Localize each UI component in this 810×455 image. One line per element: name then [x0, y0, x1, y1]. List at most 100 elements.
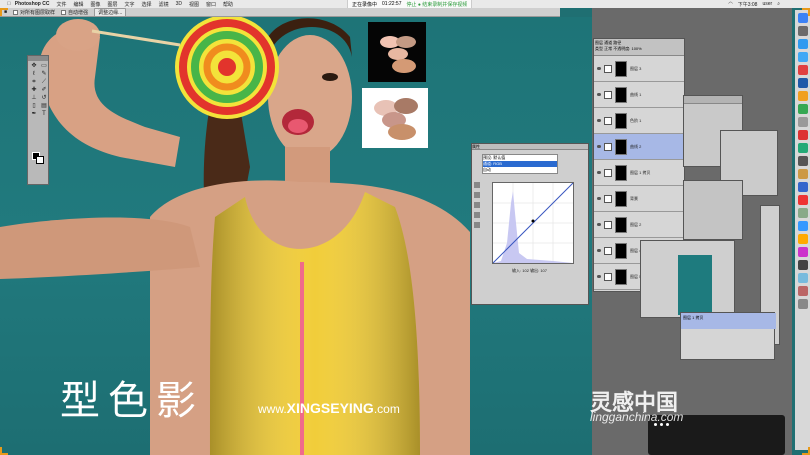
clock[interactable]: 下午3:08 — [738, 1, 758, 8]
layer-kind-select[interactable]: 类型 — [595, 46, 603, 51]
eye-icon[interactable] — [597, 171, 601, 174]
eye-icon[interactable] — [597, 275, 601, 278]
layer-mask-thumbnail[interactable] — [615, 86, 627, 103]
menu-item-help[interactable]: 帮助 — [223, 1, 233, 8]
layer-mask-thumbnail[interactable] — [615, 268, 627, 285]
launchpad-icon[interactable] — [797, 26, 808, 36]
app-icon-light-blue[interactable] — [797, 221, 808, 231]
layer-row[interactable]: 图层 2 — [594, 212, 684, 238]
menu-item-window[interactable]: 窗口 — [206, 1, 216, 8]
gray-eyedropper-icon[interactable] — [474, 202, 480, 208]
app-icon-gray[interactable] — [797, 260, 808, 270]
app-icon-dark[interactable] — [797, 156, 808, 166]
marquee-tool-icon[interactable]: ▭ — [40, 63, 48, 69]
healing-tool-icon[interactable]: ✚ — [30, 87, 38, 93]
tab-channels[interactable]: 通道 — [604, 40, 612, 45]
menu-item-image[interactable]: 图像 — [91, 1, 101, 8]
refine-edge-button[interactable]: 调整边缘... — [94, 7, 127, 17]
crop-tool-icon[interactable]: ⌗ — [30, 79, 38, 85]
layer-row[interactable]: 曲线 1 — [594, 82, 684, 108]
gradient-tool-icon[interactable]: ▤ — [40, 103, 48, 109]
app-icon-purple[interactable] — [797, 247, 808, 257]
menu-item-layer[interactable]: 图层 — [108, 1, 118, 8]
curves-target-icon[interactable] — [474, 182, 480, 188]
quick-select-tool-icon[interactable]: ✎ — [40, 71, 48, 77]
app-icon-green[interactable] — [797, 143, 808, 153]
layer-row-selected[interactable]: 曲线 2 — [594, 134, 684, 160]
app-icon-red-2[interactable] — [797, 195, 808, 205]
trash-icon[interactable] — [797, 299, 808, 309]
eye-icon[interactable] — [597, 119, 601, 122]
eye-icon[interactable] — [597, 93, 601, 96]
history-brush-icon[interactable]: ↺ — [40, 95, 48, 101]
layer-mask-thumbnail[interactable] — [615, 112, 627, 129]
pen-tool-icon[interactable]: ✒ — [30, 111, 38, 117]
menu-item-file[interactable]: 文件 — [56, 1, 66, 8]
menu-item-view[interactable]: 视图 — [189, 1, 199, 8]
layer-mask-thumbnail[interactable] — [615, 60, 627, 77]
menu-item-3d[interactable]: 3D — [176, 1, 182, 7]
eye-icon[interactable] — [597, 145, 601, 148]
properties-panel-header[interactable] — [684, 96, 742, 104]
white-eyedropper-icon[interactable] — [474, 212, 480, 218]
app-icon-amber[interactable] — [797, 234, 808, 244]
menu-item-type[interactable]: 文字 — [125, 1, 135, 8]
curve-pencil-icon[interactable] — [474, 222, 480, 228]
eye-icon[interactable] — [597, 249, 601, 252]
search-icon[interactable]: ⌕ — [777, 1, 780, 7]
apple-icon[interactable]:  — [7, 1, 11, 7]
background-color-swatch[interactable] — [36, 156, 44, 164]
calendar-icon[interactable] — [797, 65, 808, 75]
navigator-thumbnail[interactable] — [678, 255, 712, 315]
app-icon-gray-green[interactable] — [797, 208, 808, 218]
layer-row[interactable]: 图层 3 — [594, 56, 684, 82]
menu-item-select[interactable]: 选择 — [142, 1, 152, 8]
chrome-icon[interactable] — [797, 104, 808, 114]
mail-icon[interactable] — [797, 52, 808, 62]
opacity-field[interactable]: 不透明度: 100% — [613, 46, 641, 51]
eyedropper-tool-icon[interactable]: ⟋ — [40, 79, 48, 85]
curves-auto-row[interactable]: 自动 — [483, 167, 557, 173]
eye-icon[interactable] — [597, 223, 601, 226]
photoshop-icon[interactable] — [797, 78, 808, 88]
app-icon-red[interactable] — [797, 130, 808, 140]
curves-output-value[interactable]: 107 — [540, 268, 547, 273]
settings-icon[interactable] — [797, 117, 808, 127]
app-icon-sky[interactable] — [797, 273, 808, 283]
brush-tool-icon[interactable]: ✐ — [40, 87, 48, 93]
layer-row[interactable]: 背景 — [594, 186, 684, 212]
recording-stop-button[interactable]: 停止 ● 结束录制并保存视频 — [406, 1, 467, 8]
app-icon-rose[interactable] — [797, 286, 808, 296]
app-icon-orange[interactable] — [797, 169, 808, 179]
eye-icon[interactable] — [597, 67, 601, 70]
tab-layers[interactable]: 图层 — [595, 40, 603, 45]
curves-graph[interactable] — [492, 182, 574, 264]
auto-enhance-checkbox[interactable]: 自动增强 — [61, 9, 88, 16]
user-name[interactable]: user — [762, 1, 772, 7]
lasso-tool-icon[interactable]: ℓ — [30, 71, 38, 77]
type-tool-icon[interactable]: T — [40, 111, 48, 117]
layer-row[interactable]: 图层 1 拷贝 — [594, 160, 684, 186]
blend-mode-select[interactable]: 正常 — [604, 46, 612, 51]
move-tool-icon[interactable]: ✥ — [30, 63, 38, 69]
stamp-tool-icon[interactable]: ⊥ — [30, 95, 38, 101]
curves-input-value[interactable]: 102 — [522, 268, 529, 273]
curves-panel-title[interactable]: 属性 — [472, 144, 588, 150]
layer-mask-thumbnail[interactable] — [615, 216, 627, 233]
layer-mask-thumbnail[interactable] — [615, 164, 627, 181]
layer-row[interactable]: 色阶 1 — [594, 108, 684, 134]
layer-mask-thumbnail[interactable] — [615, 242, 627, 259]
app-menu[interactable]: Photoshop CC — [15, 1, 50, 7]
wifi-icon[interactable]: ◠ — [728, 1, 732, 7]
menu-item-filter[interactable]: 滤镜 — [159, 1, 169, 8]
curves-preset-list[interactable]: 预设: 默认值 通道: RGB 自动 — [482, 154, 558, 174]
layer-row-selected-secondary[interactable]: 图层 1 拷贝 — [681, 313, 776, 329]
app-icon-blue[interactable] — [797, 182, 808, 192]
safari-icon[interactable] — [797, 39, 808, 49]
black-eyedropper-icon[interactable] — [474, 192, 480, 198]
sample-all-checkbox[interactable]: 对所有图层取样 — [13, 9, 55, 16]
menu-item-edit[interactable]: 编辑 — [73, 1, 83, 8]
layer-mask-thumbnail[interactable] — [615, 138, 627, 155]
tab-paths[interactable]: 路径 — [613, 40, 621, 45]
layer-mask-thumbnail[interactable] — [615, 190, 627, 207]
